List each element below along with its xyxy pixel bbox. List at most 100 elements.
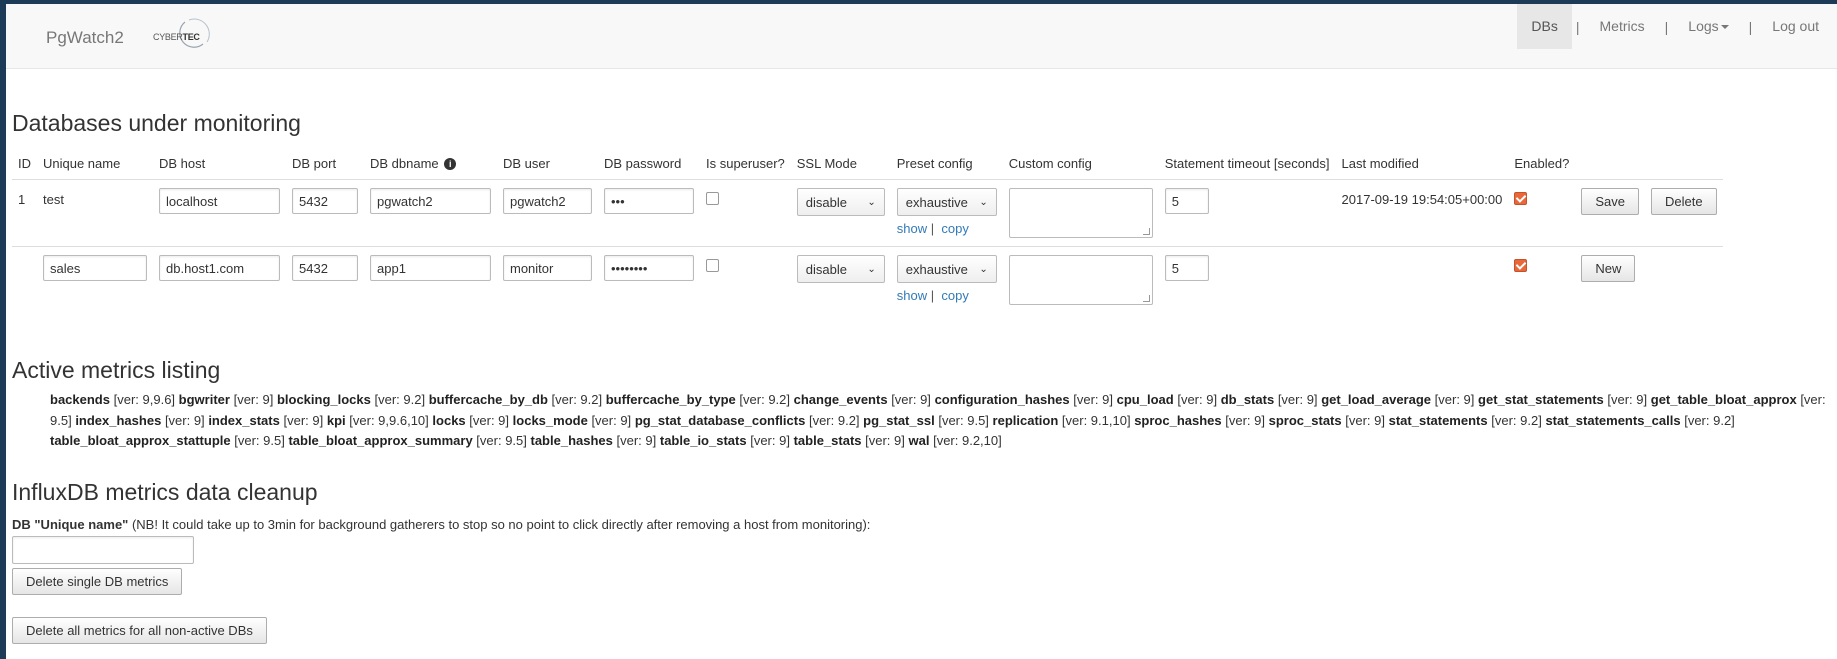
cybertec-logo: CYBERTEC [153,18,223,52]
nav-logout[interactable]: Log out [1756,4,1837,49]
table-header: ID Unique name DB host DB port DB dbname… [12,149,1723,180]
metric-name: sproc_stats [1268,412,1342,428]
save-button[interactable]: Save [1581,188,1639,215]
db-dbname-input[interactable] [370,255,491,281]
metric-name: stat_statements [1388,412,1488,428]
metric-item: table_hashes [ver: 9] [531,433,657,448]
superuser-checkbox[interactable] [706,259,719,272]
metric-version: [ver: 9] [1607,392,1648,407]
statement-timeout-input[interactable] [1164,188,1209,214]
col-last-modified: Last modified [1335,149,1509,180]
db-dbname-input[interactable] [370,188,491,214]
ssl-mode-select[interactable]: disable ⌄ [796,255,885,283]
row-last-modified [1336,247,1509,314]
enabled-checkbox[interactable] [1514,259,1528,272]
preset-config-select[interactable]: exhaustive ⌄ [896,255,997,283]
col-unique-name: Unique name [37,149,153,180]
preset-config-select[interactable]: exhaustive ⌄ [896,188,997,216]
metric-item: configuration_hashes [ver: 9] [935,392,1113,407]
col-db-dbname-label: DB dbname [370,156,439,171]
metric-name: get_table_bloat_approx [1650,392,1797,407]
metric-name: index_hashes [75,412,162,428]
nav-metrics[interactable]: Metrics [1584,4,1661,49]
nav-dbs[interactable]: DBs [1517,4,1572,49]
unique-name-input[interactable] [43,255,147,281]
metric-name: locks_mode [512,412,588,428]
db-port-input[interactable] [292,188,358,214]
metric-version: [ver: 9] [164,412,205,428]
nav-separator: | [1664,18,1669,35]
chevron-down-icon: ⌄ [979,263,988,275]
cleanup-label-bold: DB "Unique name" [12,517,129,532]
metric-version: [ver: 9] [1073,392,1114,407]
metric-item: db_stats [ver: 9] [1221,392,1318,407]
databases-table: ID Unique name DB host DB port DB dbname… [12,149,1723,313]
db-host-input[interactable] [159,255,280,281]
db-host-input[interactable] [159,188,280,214]
superuser-checkbox[interactable] [706,192,719,205]
chevron-down-icon: ⌄ [867,263,876,275]
metric-version: [ver: 9.5] [938,412,989,428]
copy-link[interactable]: copy [941,288,968,303]
info-icon[interactable]: i [444,158,457,170]
new-button[interactable]: New [1581,255,1636,282]
cleanup-label-note: (NB! It could take up to 3min for backgr… [128,517,871,532]
show-link[interactable]: show [897,288,927,303]
metric-version: [ver: 9] [616,433,657,448]
metric-version: [ver: 9.2] [374,392,426,407]
col-db-user: DB user [497,149,598,180]
copy-link[interactable]: copy [941,221,968,236]
metric-version: [ver: 9] [891,392,931,407]
metric-item: get_stat_statements [ver: 9] [1478,392,1647,407]
metric-name: buffercache_by_type [605,392,736,407]
metric-item: stat_statements [ver: 9.2] [1389,413,1542,428]
metric-item: kpi [ver: 9,9.6,10] [327,413,429,428]
enabled-checkbox[interactable] [1514,192,1528,205]
col-actions [1575,149,1645,180]
metric-item: sproc_stats [ver: 9] [1269,413,1385,428]
metric-version: [ver: 9] [1345,412,1385,428]
db-user-input[interactable] [503,188,592,214]
metric-name: locks [432,412,466,428]
preset-config-value: exhaustive [905,194,968,210]
col-db-port: DB port [286,149,364,180]
metric-item: blocking_locks [ver: 9.2] [277,392,425,407]
col-actions-2 [1644,149,1723,180]
metric-item: buffercache_by_type [ver: 9.2] [606,392,790,407]
delete-single-db-metrics-button[interactable]: Delete single DB metrics [12,568,183,595]
brand[interactable]: PgWatch2 [46,28,124,48]
delete-all-metrics-button[interactable]: Delete all metrics for all non-active DB… [12,617,267,644]
show-link[interactable]: show [897,221,927,236]
custom-config-textarea[interactable] [1008,188,1153,238]
metric-version: [ver: 9] [1225,412,1265,428]
custom-config-textarea[interactable] [1008,255,1153,305]
db-port-input[interactable] [292,255,358,281]
db-password-input[interactable] [604,188,694,214]
unique-name-cleanup-input[interactable] [12,536,194,564]
col-preset-config: Preset config [890,149,1003,180]
metric-item: table_bloat_approx_summary [ver: 9.5] [288,433,526,448]
delete-button[interactable]: Delete [1650,188,1717,215]
metric-version: [ver: 9.5] [234,433,285,448]
statement-timeout-input[interactable] [1164,255,1209,281]
logo-text: CYBERTEC [153,32,200,42]
nav-logs[interactable]: Logs [1672,4,1744,49]
metric-name: table_stats [793,433,862,448]
nav-separator: | [1748,18,1753,35]
col-statement-timeout: Statement timeout [seconds] [1158,149,1336,180]
metric-name: table_bloat_approx_stattuple [50,433,231,448]
metric-name: kpi [326,412,346,428]
row-id: 1 [12,179,37,247]
preset-links: show | copy [897,221,997,236]
ssl-mode-select[interactable]: disable ⌄ [796,188,885,216]
navbar: PgWatch2 CYBERTEC DBs | Metrics | Logs |… [6,4,1837,69]
metric-version: [ver: 9] [865,433,905,448]
db-user-input[interactable] [503,255,592,281]
metric-name: table_bloat_approx_summary [288,433,473,448]
metric-item: bgwriter [ver: 9] [179,392,274,407]
db-password-input[interactable] [604,255,694,281]
metric-name: pg_stat_database_conflicts [634,412,806,428]
metric-name: wal [908,433,930,448]
caret-down-icon [1720,25,1729,30]
col-db-host: DB host [153,149,286,180]
